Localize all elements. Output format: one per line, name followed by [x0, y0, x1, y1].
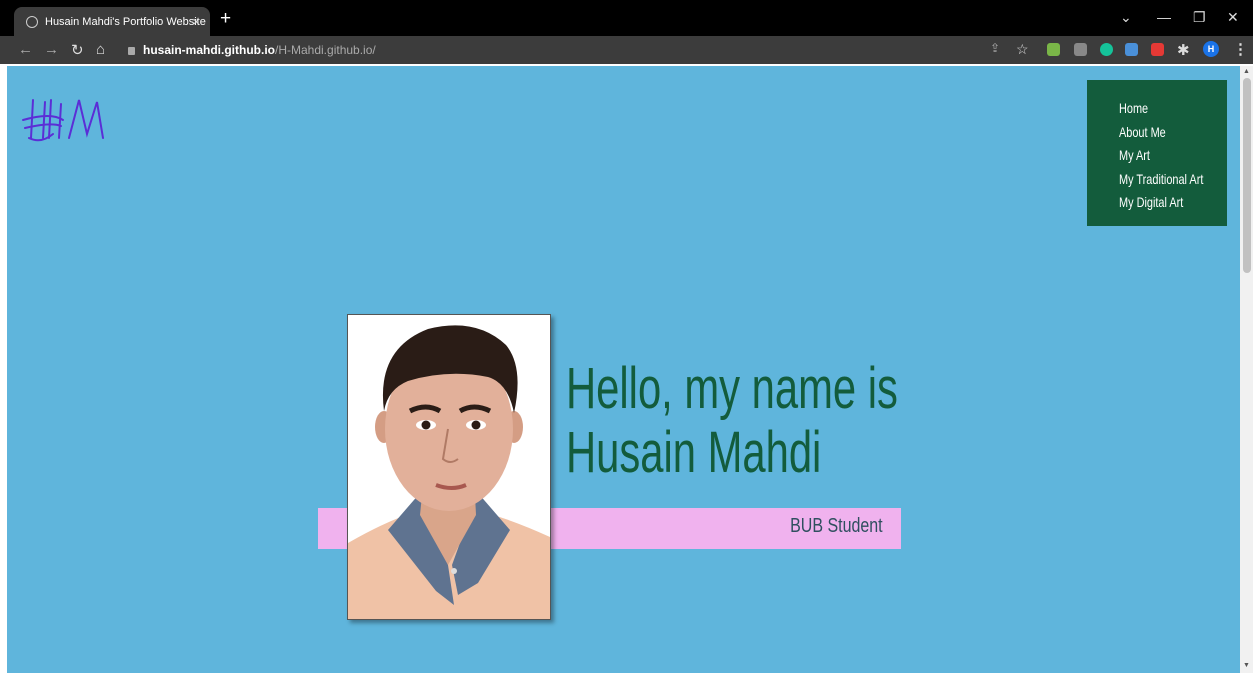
puzzle-extensions-icon[interactable]: ✱: [1177, 41, 1190, 59]
page-scrollbar[interactable]: ▲ ▼: [1240, 66, 1253, 673]
home-icon[interactable]: ⌂: [96, 41, 105, 58]
hm-signature-logo[interactable]: HM: [21, 94, 111, 144]
nav-my-traditional-art[interactable]: My Traditional Art: [1119, 168, 1203, 192]
scroll-down-icon[interactable]: ▼: [1243, 662, 1250, 669]
new-tab-button[interactable]: +: [220, 8, 231, 30]
hero-heading: Hello, my name is Husain Mahdi: [566, 355, 898, 485]
browser-tab-strip: Husain Mahdi's Portfolio Website × + ⌄ —…: [0, 0, 1253, 36]
bookmark-star-icon[interactable]: ☆: [1016, 41, 1029, 58]
minimize-icon[interactable]: —: [1157, 9, 1171, 25]
subtitle-text: BUB Student: [790, 515, 884, 537]
main-nav: Home About Me My Art My Traditional Art …: [1087, 80, 1227, 226]
extension-icon[interactable]: [1125, 43, 1138, 56]
scroll-thumb[interactable]: [1243, 78, 1251, 273]
nav-about-me[interactable]: About Me: [1119, 121, 1203, 145]
reload-icon[interactable]: ↻: [71, 41, 84, 59]
profile-photo: [347, 314, 551, 620]
url-host: husain-mahdi.github.io: [143, 43, 275, 57]
url-path: /H-Mahdi.github.io/: [275, 43, 376, 57]
forward-icon[interactable]: →: [44, 41, 59, 58]
extension-icon[interactable]: [1047, 43, 1060, 56]
back-icon[interactable]: ←: [18, 41, 33, 58]
browser-menu-icon[interactable]: ⋮: [1233, 40, 1248, 58]
portrait-illustration: [348, 315, 550, 619]
address-bar[interactable]: husain-mahdi.github.io/H-Mahdi.github.io…: [116, 40, 1036, 60]
extension-icon[interactable]: [1074, 43, 1087, 56]
profile-avatar[interactable]: H: [1203, 41, 1219, 57]
grammarly-icon[interactable]: [1100, 43, 1113, 56]
tab-close-icon[interactable]: ×: [192, 14, 200, 29]
restore-icon[interactable]: ❐: [1193, 9, 1206, 26]
tab-search-icon[interactable]: ⌄: [1120, 9, 1132, 26]
lock-icon: [128, 46, 135, 55]
nav-home[interactable]: Home: [1119, 97, 1203, 121]
scroll-up-icon[interactable]: ▲: [1243, 68, 1250, 75]
greeting-line: Hello, my name is: [566, 355, 898, 421]
page-viewport: HM Home About Me My Art My Traditional A…: [7, 66, 1240, 673]
tab-title: Husain Mahdi's Portfolio Website: [45, 15, 206, 28]
globe-icon: [26, 15, 38, 28]
nav-my-digital-art[interactable]: My Digital Art: [1119, 191, 1203, 215]
window-close-icon[interactable]: ✕: [1227, 9, 1239, 26]
greeting-name: Husain Mahdi: [566, 419, 822, 485]
browser-tab[interactable]: Husain Mahdi's Portfolio Website ×: [14, 7, 210, 36]
extension-icon[interactable]: [1151, 43, 1164, 56]
nav-my-art[interactable]: My Art: [1119, 144, 1203, 168]
share-icon[interactable]: ⇪: [990, 41, 1000, 55]
